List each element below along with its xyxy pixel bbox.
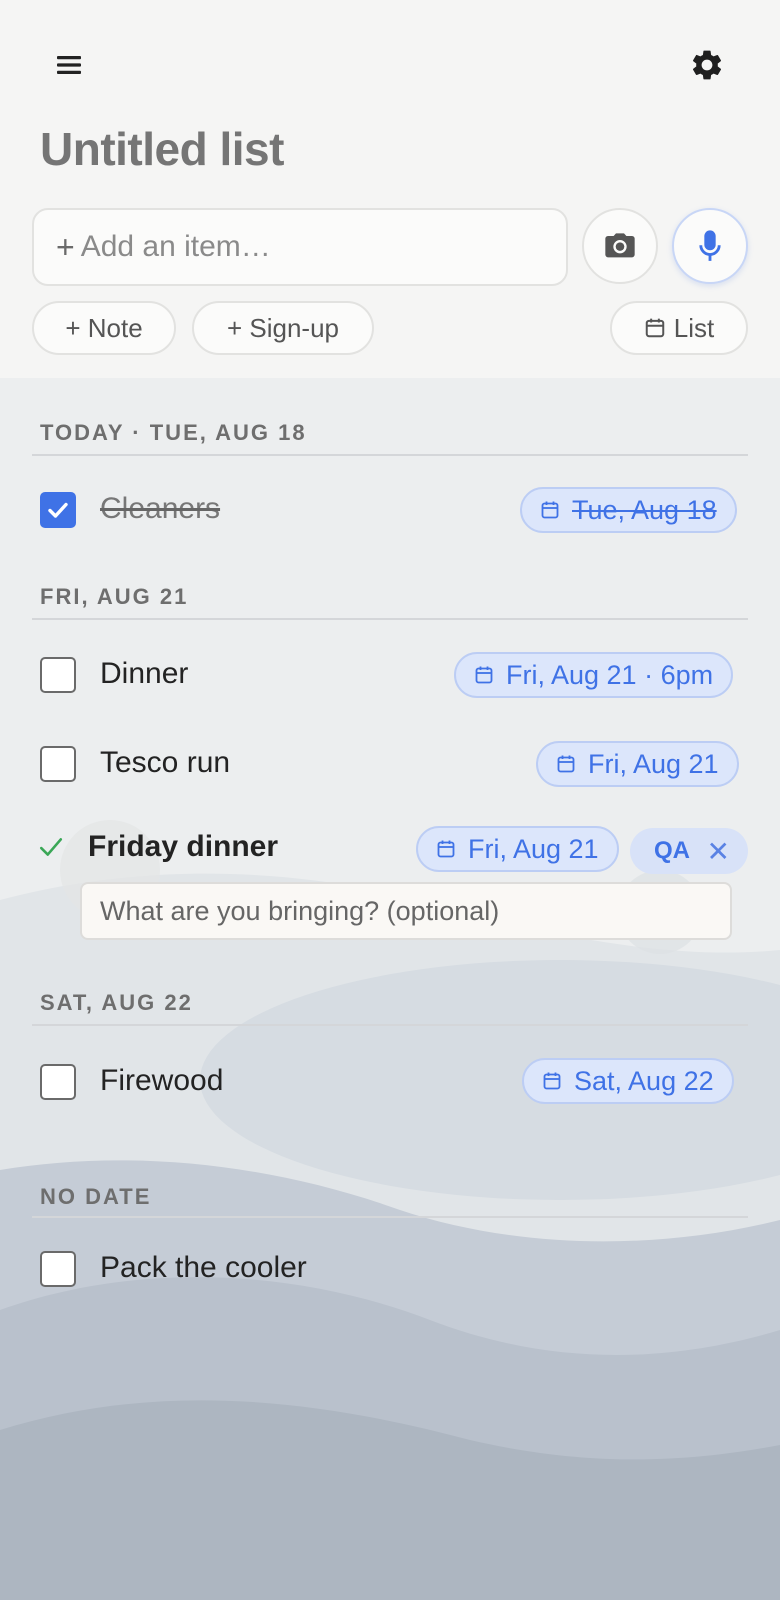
section-heading-today: TODAY · TUE, AUG 18 — [40, 420, 307, 445]
item-label[interactable]: Cleaners — [100, 492, 220, 526]
settings-button[interactable] — [688, 46, 726, 84]
section-heading-sat: SAT, AUG 22 — [40, 990, 193, 1015]
assignee-initials: QA — [654, 837, 690, 864]
calendar-icon — [541, 501, 559, 519]
hamburger-menu-icon — [57, 56, 81, 74]
camera-icon — [605, 233, 635, 258]
item-checkbox-checked[interactable] — [40, 492, 76, 528]
item-checkbox[interactable] — [40, 657, 76, 693]
camera-button[interactable] — [582, 208, 658, 284]
calendar-icon — [543, 1072, 561, 1090]
section-divider — [32, 454, 748, 456]
microphone-icon — [699, 230, 721, 261]
microphone-button[interactable] — [672, 208, 748, 284]
section-heading-fri: FRI, AUG 21 — [40, 584, 189, 609]
calendar-icon — [557, 755, 575, 773]
calendar-icon — [437, 840, 455, 858]
date-chip-text: Fri, Aug 21 — [468, 833, 599, 864]
signup-note-input[interactable]: What are you bringing? (optional) — [80, 882, 732, 940]
item-checkbox[interactable] — [40, 1251, 76, 1287]
calendar-icon — [475, 666, 493, 684]
section-heading-no-date: NO DATE — [40, 1184, 152, 1209]
section-divider — [32, 1024, 748, 1026]
remove-assignee-icon[interactable]: ✕ — [707, 835, 730, 868]
calendar-icon — [645, 318, 665, 338]
add-note-button[interactable]: + Note — [32, 301, 176, 355]
signup-note-placeholder: What are you bringing? (optional) — [100, 895, 500, 926]
date-chip[interactable]: Tue, Aug 18 — [520, 487, 737, 533]
gear-icon — [692, 50, 722, 80]
signup-item-label[interactable]: Friday dinner — [88, 830, 278, 864]
date-chip-text: Fri, Aug 21 — [588, 748, 719, 779]
assignee-chip[interactable]: QA ✕ — [630, 828, 748, 874]
menu-button[interactable] — [52, 48, 86, 82]
date-chip[interactable]: Sat, Aug 22 — [522, 1058, 734, 1104]
item-label[interactable]: Tesco run — [100, 746, 230, 780]
add-item-placeholder: Add an item… — [80, 230, 271, 263]
add-plus-glyph: + — [56, 228, 75, 265]
page-title: Untitled list — [40, 123, 284, 175]
view-toggle-button[interactable]: List — [610, 301, 748, 355]
add-item-input[interactable]: + Add an item… — [32, 208, 568, 286]
checkmark-icon — [48, 502, 68, 518]
date-chip-text: Fri, Aug 21 · 6pm — [506, 659, 714, 690]
date-chip[interactable]: Fri, Aug 21 — [416, 826, 619, 872]
date-chip[interactable]: Fri, Aug 21 · 6pm — [454, 652, 734, 698]
check-icon — [39, 838, 63, 856]
view-toggle-label: List — [673, 312, 715, 343]
item-checkbox[interactable] — [40, 1064, 76, 1100]
list-screen: Untitled list + Add an item… + Note + Si… — [0, 0, 780, 1600]
item-label[interactable]: Dinner — [100, 657, 188, 691]
item-label[interactable]: Firewood — [100, 1064, 223, 1098]
date-chip-text: Sat, Aug 22 — [574, 1065, 714, 1096]
section-divider — [32, 618, 748, 620]
add-note-label: + Note — [65, 312, 143, 343]
section-divider — [32, 1216, 748, 1218]
date-chip[interactable]: Fri, Aug 21 — [536, 741, 739, 787]
item-label[interactable]: Pack the cooler — [100, 1251, 307, 1285]
date-chip-text: Tue, Aug 18 — [572, 494, 717, 525]
add-signup-label: + Sign-up — [226, 312, 340, 343]
add-signup-button[interactable]: + Sign-up — [192, 301, 374, 355]
item-checkbox[interactable] — [40, 746, 76, 782]
